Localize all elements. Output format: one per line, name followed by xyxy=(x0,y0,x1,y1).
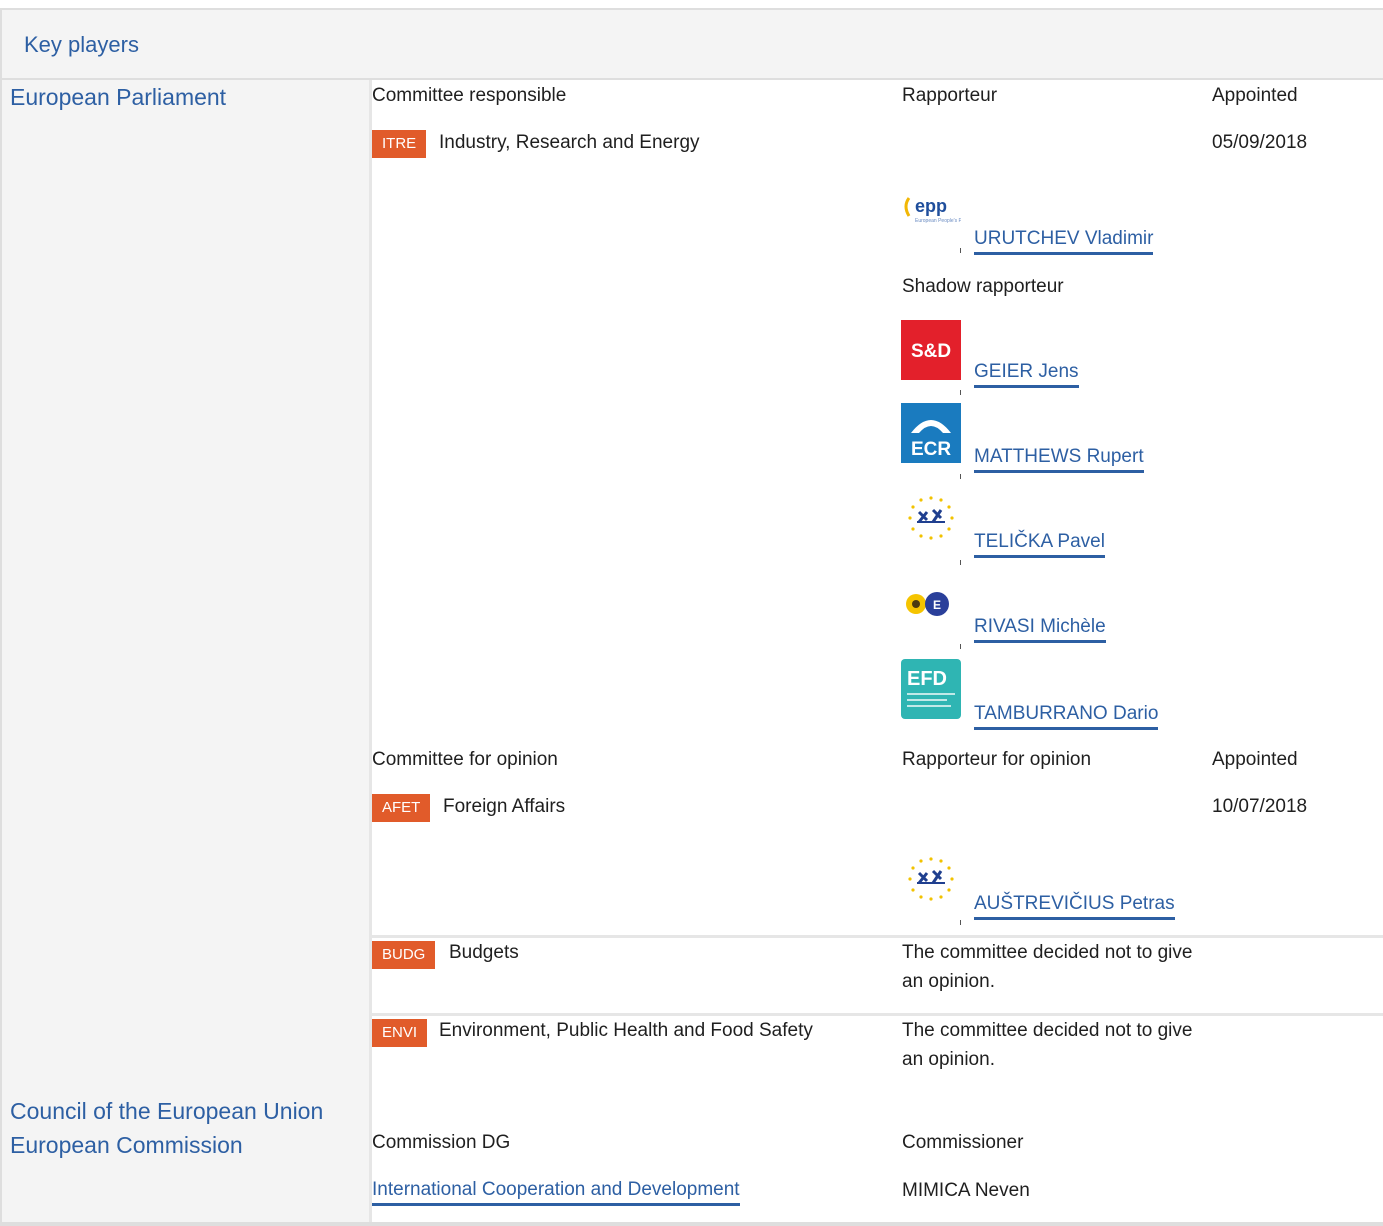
svg-text:epp: epp xyxy=(915,196,947,216)
opinion-note-budg: The committee decided not to give an opi… xyxy=(902,942,1193,992)
panel-header: Key players xyxy=(2,10,1383,80)
details-column xyxy=(369,80,1383,1226)
institution-column: European Parliament Council of the Europ… xyxy=(2,80,369,1226)
shadow-link-geier[interactable]: GEIER Jens xyxy=(974,361,1079,388)
svg-text:E: E xyxy=(933,598,941,612)
shadow-link-rivasi[interactable]: RIVASI Michèle xyxy=(974,616,1106,643)
committee-name-itre: Industry, Research and Energy xyxy=(439,132,700,153)
institution-european-parliament: European Parliament xyxy=(10,84,227,110)
logo-tick xyxy=(960,920,961,925)
col-header-committee-responsible: Committee responsible xyxy=(372,85,567,106)
logo-tick xyxy=(960,248,961,253)
commission-dg-link[interactable]: International Cooperation and Developmen… xyxy=(372,1179,740,1206)
shadow-rapporteur-label: Shadow rapporteur xyxy=(902,276,1064,297)
col-header-rapporteur-opinion: Rapporteur for opinion xyxy=(902,749,1092,770)
commissioner-name: MIMICA Neven xyxy=(902,1180,1030,1201)
svg-text:ECR: ECR xyxy=(911,439,951,460)
col-header-commissioner: Commissioner xyxy=(902,1132,1024,1153)
panel-title: Key players xyxy=(24,32,139,57)
shadow-link-matthews[interactable]: MATTHEWS Rupert xyxy=(974,446,1144,473)
committee-badge-budg: BUDG xyxy=(372,941,436,969)
panel-bottom-border xyxy=(0,1222,1383,1226)
svg-text:European People's Party: European People's Party xyxy=(915,218,961,224)
svg-text:EFD: EFD xyxy=(907,668,947,690)
committee-name-afet: Foreign Affairs xyxy=(443,796,566,817)
efdd-logo-icon: EFD xyxy=(901,659,961,719)
opinion-note-envi: The committee decided not to give an opi… xyxy=(902,1020,1193,1070)
col-header-rapporteur: Rapporteur xyxy=(902,85,998,106)
alde-logo-icon xyxy=(901,851,961,911)
greens-efa-logo-icon: E xyxy=(901,576,961,636)
committee-badge-itre: ITRE xyxy=(372,130,427,158)
col-header-committee-opinion: Committee for opinion xyxy=(372,749,558,770)
svg-text:S&D: S&D xyxy=(911,341,951,362)
institution-council: Council of the European Union xyxy=(10,1098,324,1124)
sd-logo-icon: S&D xyxy=(901,320,961,380)
logo-tick xyxy=(960,644,961,649)
logo-tick xyxy=(960,474,961,479)
col-header-commission-dg: Commission DG xyxy=(372,1132,511,1153)
committee-badge-envi: ENVI xyxy=(372,1019,428,1047)
committee-badge-afet: AFET xyxy=(372,794,431,822)
rapporteur-link-urutchev[interactable]: URUTCHEV Vladimir xyxy=(974,228,1154,255)
committee-name-envi: Environment, Public Health and Food Safe… xyxy=(439,1020,813,1041)
row-separator xyxy=(372,1013,1383,1016)
appointed-date-itre: 05/09/2018 xyxy=(1212,132,1308,153)
logo-tick xyxy=(960,560,961,565)
appointed-date-afet: 10/07/2018 xyxy=(1212,796,1308,817)
alde-logo-icon xyxy=(901,490,961,550)
ecr-logo-icon: ECR xyxy=(901,403,961,463)
epp-logo-icon: epp European People's Party xyxy=(901,188,971,248)
logo-tick xyxy=(960,390,961,395)
row-separator xyxy=(372,935,1383,938)
opinion-rapporteur-link-austrevicius[interactable]: AUŠTREVIČIUS Petras xyxy=(974,893,1175,920)
col-header-appointed-opinion: Appointed xyxy=(1212,749,1298,770)
institution-european-commission: European Commission xyxy=(10,1132,243,1158)
shadow-link-tamburrano[interactable]: TAMBURRANO Dario xyxy=(974,703,1159,730)
shadow-link-telicka[interactable]: TELIČKA Pavel xyxy=(974,531,1105,558)
committee-name-budg: Budgets xyxy=(449,942,519,963)
col-header-appointed: Appointed xyxy=(1212,85,1298,106)
